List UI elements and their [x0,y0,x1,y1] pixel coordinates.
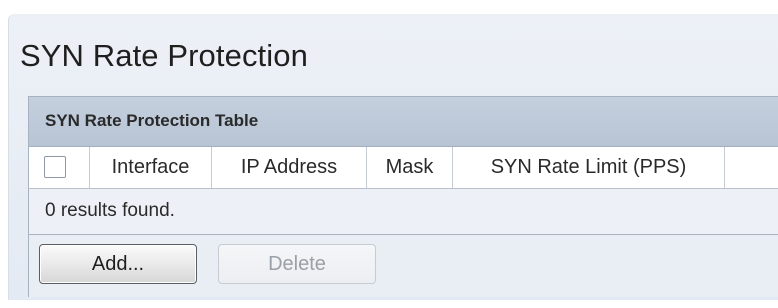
empty-results-row: 0 results found. [29,189,778,235]
delete-button[interactable]: Delete [218,244,376,284]
column-header-ip-address[interactable]: IP Address [212,147,367,188]
table-header-row: Interface IP Address Mask SYN Rate Limit… [29,147,778,189]
page-title: SYN Rate Protection [20,38,308,73]
select-all-checkbox[interactable] [44,156,66,178]
column-header-interface[interactable]: Interface [90,147,212,188]
column-header-spacer [725,147,778,188]
syn-rate-protection-table: SYN Rate Protection Table Interface IP A… [28,96,778,297]
add-button[interactable]: Add... [39,244,197,284]
results-count-text: 0 results found. [45,200,175,221]
select-all-cell [29,147,90,188]
table-caption-text: SYN Rate Protection Table [45,111,259,130]
column-header-mask[interactable]: Mask [367,147,453,188]
table-caption: SYN Rate Protection Table [29,97,778,147]
column-header-syn-rate-limit[interactable]: SYN Rate Limit (PPS) [453,147,725,188]
table-button-bar: Add... Delete [29,235,778,297]
